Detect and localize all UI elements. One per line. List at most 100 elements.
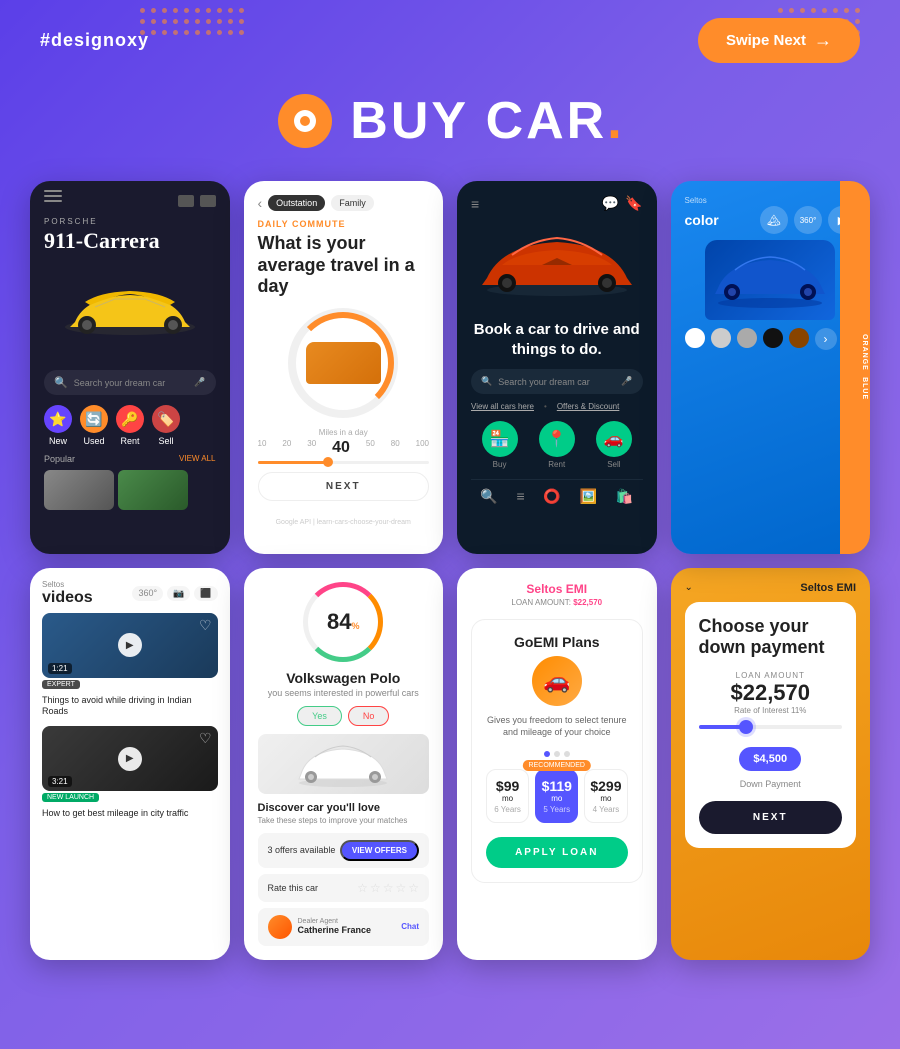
offers-count: 3 offers available <box>268 845 336 855</box>
mic-icon: 🎤 <box>194 377 205 388</box>
action-rent[interactable]: 🔑 Rent <box>116 405 144 446</box>
back-button[interactable]: ‹ <box>258 195 263 211</box>
agent-avatar <box>268 915 292 939</box>
chevron-down: ⌄ <box>685 582 693 593</box>
header-icons-dark: 💬 🔖 <box>602 195 643 212</box>
rate-row: Rate this car ☆ ☆ ☆ ☆ ☆ <box>258 874 430 902</box>
new-launch-badge: NEW LAUNCH <box>42 793 99 802</box>
no-button[interactable]: No <box>348 706 390 726</box>
loan-info: LOAN AMOUNT $22,570 Rate of Interest 11% <box>699 671 843 715</box>
arrow-icon: → <box>814 30 832 51</box>
expert-badge: EXPERT <box>42 680 80 689</box>
tag-outstation[interactable]: Outstation <box>268 195 325 211</box>
nav-bag[interactable]: 🛍️ <box>616 488 633 505</box>
hero-car-container <box>471 220 643 310</box>
yes-button[interactable]: Yes <box>297 706 342 726</box>
loan-info-label: LOAN AMOUNT <box>699 671 843 680</box>
tag-family[interactable]: Family <box>331 195 374 211</box>
down-title: Choose your down payment <box>699 616 843 659</box>
loan-rate-label: Rate of Interest 11% <box>699 706 843 715</box>
search-icon-dark: 🔍 <box>481 376 492 387</box>
card-down-payment: ⌄ Seltos EMI Choose your down payment LO… <box>671 568 871 960</box>
next-dark-button[interactable]: NEXT <box>699 801 843 834</box>
search-bar[interactable]: 🔍 Search your dream car 🎤 <box>44 370 216 395</box>
nav-home[interactable]: ⭕ <box>543 488 560 505</box>
star-4[interactable]: ☆ <box>395 881 406 895</box>
star-5[interactable]: ☆ <box>408 881 419 895</box>
opt-3d[interactable]: ⬛ <box>194 586 217 601</box>
chat-button[interactable]: Chat <box>401 922 419 931</box>
play-button-2[interactable]: ▶ <box>118 747 142 771</box>
buy-action[interactable]: 🏪 Buy <box>482 421 518 469</box>
view-vr[interactable]: 360° <box>794 206 822 234</box>
slider-fill <box>258 461 327 464</box>
action-new[interactable]: ⭐ New <box>44 405 72 446</box>
opt-360[interactable]: 360° <box>132 586 163 601</box>
videos-title: videos <box>42 589 93 607</box>
star-2[interactable]: ☆ <box>370 881 381 895</box>
video-thumb-1[interactable]: ▶ 1:21 ♡ <box>42 613 218 678</box>
rent-action[interactable]: 📍 Rent <box>539 421 575 469</box>
vw-subtitle: you seems interested in powerful cars <box>258 688 430 698</box>
nav-list[interactable]: ≡ <box>516 488 524 505</box>
plans-row: $99 mo 6 Years RECOMMENDED $119 mo 5 Yea… <box>486 769 628 823</box>
apply-loan-button[interactable]: APPLY LOAN <box>486 837 628 868</box>
plan-price-1: $99 <box>491 778 524 794</box>
down-payment-box: Choose your down payment LOAN AMOUNT $22… <box>685 602 857 848</box>
loan-amount-label: LOAN AMOUNT: $22,570 <box>471 598 643 607</box>
offers-row: 3 offers available VIEW OFFERS <box>258 833 430 868</box>
emi-badge: Seltos EMI <box>800 582 856 594</box>
label-blue: BLUE <box>861 377 868 400</box>
sell-action[interactable]: 🚗 Sell <box>596 421 632 469</box>
app-logo <box>278 94 332 148</box>
dot-3 <box>564 751 570 757</box>
speedometer <box>288 308 398 418</box>
swipe-next-button[interactable]: Swipe Next → <box>698 18 860 63</box>
offers-link[interactable]: Offers & Discount <box>557 402 620 411</box>
discover-sub: Take these steps to improve your matches <box>258 816 430 825</box>
heart-icon-2[interactable]: ♡ <box>199 730 212 747</box>
view-all-label[interactable]: VIEW ALL <box>179 454 215 464</box>
plan-119: RECOMMENDED $119 mo 5 Years <box>535 769 578 823</box>
slider-track[interactable] <box>258 461 430 464</box>
opt-photo[interactable]: 📷 <box>167 586 190 601</box>
video-item-1: ▶ 1:21 ♡ EXPERT Things to avoid while dr… <box>42 613 218 718</box>
daily-label: DAILY COMMUTE <box>258 219 430 229</box>
discover-title: Discover car you'll love <box>258 802 430 814</box>
play-button-1[interactable]: ▶ <box>118 633 142 657</box>
popular-images <box>44 470 216 510</box>
recommended-badge: RECOMMENDED <box>523 760 591 771</box>
search-bar-dark[interactable]: 🔍 Search your dream car 🎤 <box>471 369 643 394</box>
header: #designoxy Swipe Next → <box>0 0 900 81</box>
plan-mo-2: mo <box>540 794 573 803</box>
search-placeholder-dark: Search your dream car <box>498 377 590 387</box>
heart-icon-1[interactable]: ♡ <box>199 617 212 634</box>
action-used[interactable]: 🔄 Used <box>80 405 108 446</box>
video-thumb-2[interactable]: ▶ 3:21 ♡ <box>42 726 218 791</box>
action-rent-label: Rent <box>120 436 139 446</box>
swatch-gray[interactable] <box>737 328 757 348</box>
next-button[interactable]: NEXT <box>258 472 430 501</box>
search-icon: 🔍 <box>54 376 68 389</box>
swatch-black[interactable] <box>763 328 783 348</box>
action-sell[interactable]: 🏷️ Sell <box>152 405 180 446</box>
swatch-brown[interactable] <box>789 328 809 348</box>
view-all-cars-link[interactable]: View all cars here <box>471 402 534 411</box>
view-offers-button[interactable]: VIEW OFFERS <box>340 840 419 861</box>
action-new-label: New <box>49 436 67 446</box>
seltos-car-svg <box>710 248 830 313</box>
swatch-white[interactable] <box>685 328 705 348</box>
nav-search[interactable]: 🔍 <box>480 488 497 505</box>
star-3[interactable]: ☆ <box>383 881 394 895</box>
popular-img-1 <box>44 470 114 510</box>
swatch-silver[interactable] <box>711 328 731 348</box>
nav-heart[interactable]: 🖼️ <box>580 488 597 505</box>
down-slider-track[interactable] <box>699 725 843 729</box>
card4-header: color 🏔 360° ▶ <box>685 206 857 234</box>
card-goemi: Seltos EMI LOAN AMOUNT: $22,570 GoEMI Pl… <box>457 568 657 960</box>
star-rating[interactable]: ☆ ☆ ☆ ☆ ☆ <box>357 881 419 895</box>
star-1[interactable]: ☆ <box>357 881 368 895</box>
next-chevron[interactable]: › <box>815 328 837 350</box>
view-360[interactable]: 🏔 <box>760 206 788 234</box>
loan-label: LOAN AMOUNT: <box>511 598 571 607</box>
